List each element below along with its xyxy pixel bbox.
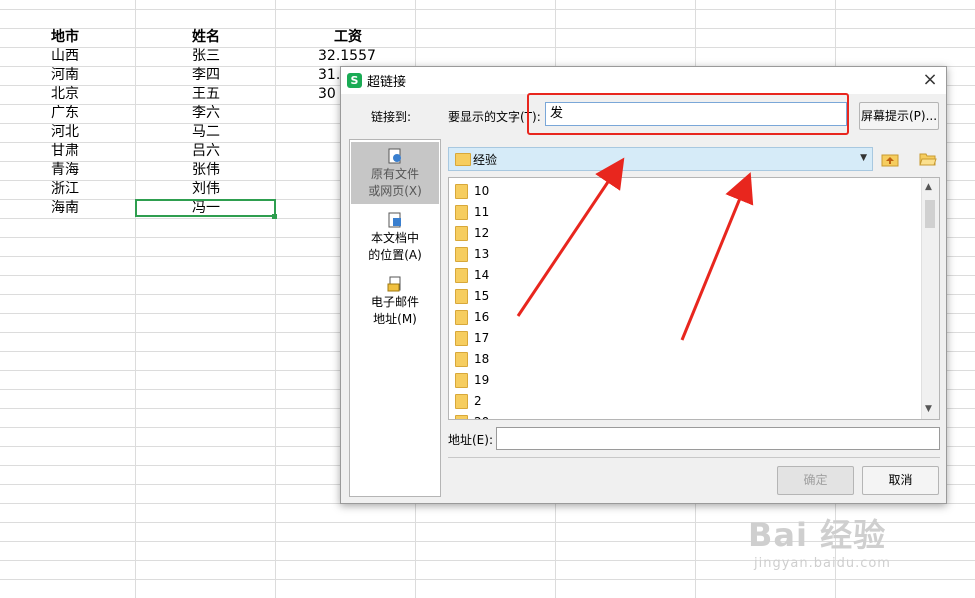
watermark-url: jingyan.baidu.com xyxy=(754,556,891,571)
annotation-arrow-right xyxy=(680,172,754,341)
baidu-watermark: Bai 经验 jingyan.baidu.com xyxy=(748,510,891,571)
watermark-logo: Bai 经验 xyxy=(748,516,887,554)
annotation-arrows xyxy=(516,157,754,341)
annotation-arrow-left xyxy=(516,157,625,317)
